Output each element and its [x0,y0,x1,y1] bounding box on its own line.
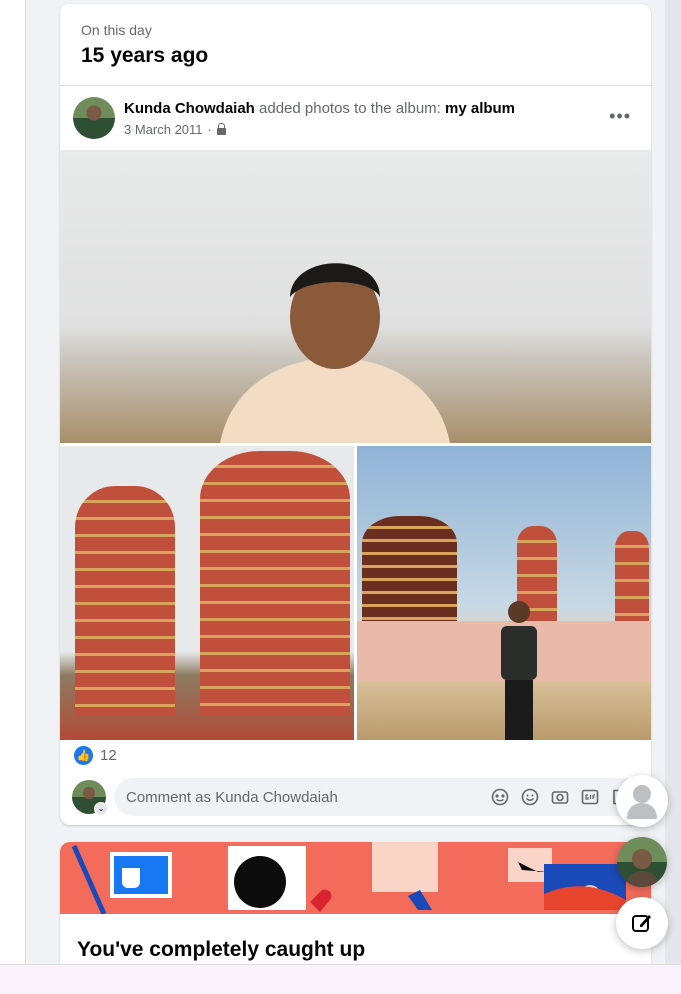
memory-label: On this day [81,22,152,38]
like-icon: 👍 [74,746,93,765]
edit-icon [632,915,651,932]
reactions-summary[interactable]: 👍 12 [74,746,117,765]
post-header: Kunda Chowdaiah added photos to the albu… [60,86,651,150]
banner-illustration [71,842,626,914]
person-icon [627,785,657,819]
bottom-bar [0,964,681,994]
comment-composer: ⌄ [72,778,644,818]
portrait-figure [220,263,450,443]
post-meta: 3 March 2011 · [124,122,226,137]
contact-button[interactable] [616,775,668,827]
temple-tower-left [75,486,175,716]
memory-title: 15 years ago [81,44,209,67]
post-author-line: Kunda Chowdaiah added photos to the albu… [124,100,515,117]
photo-3[interactable] [357,446,651,740]
reaction-count[interactable]: 12 [100,747,117,764]
memory-card: On this day 15 years ago Kunda Chowdaiah… [60,4,651,825]
caught-up-banner [60,842,651,914]
lock-icon [216,122,226,135]
gif-icon[interactable] [580,787,600,807]
chat-avatar-photo [625,849,659,887]
post-date[interactable]: 3 March 2011 [124,122,203,137]
comment-input[interactable] [126,778,476,816]
photo-grid [60,150,651,740]
avatar-sticker-icon[interactable] [490,787,510,807]
author-avatar[interactable] [73,97,115,139]
comment-box[interactable] [114,778,644,816]
left-rail [0,0,26,994]
author-name[interactable]: Kunda Chowdaiah [124,100,255,117]
emoji-icon[interactable] [520,787,540,807]
chat-head-avatar[interactable] [617,837,667,887]
album-link[interactable]: my album [445,100,515,117]
temple-spire-2 [615,531,649,626]
standing-figure [501,601,537,740]
scrollbar-track[interactable] [665,0,681,994]
camera-icon[interactable] [550,787,570,807]
photo-2[interactable] [60,446,354,740]
caught-up-title: You've completely caught up [77,938,366,961]
chevron-down-icon[interactable]: ⌄ [94,802,108,816]
more-options-button[interactable]: ••• [609,106,631,127]
photo-1[interactable] [60,150,651,443]
meta-separator: · [207,122,212,137]
compose-message-button[interactable] [616,897,668,949]
post-action: added photos to the album: [259,100,441,117]
memory-header: On this day 15 years ago [60,4,651,86]
temple-tower-right [200,451,350,716]
